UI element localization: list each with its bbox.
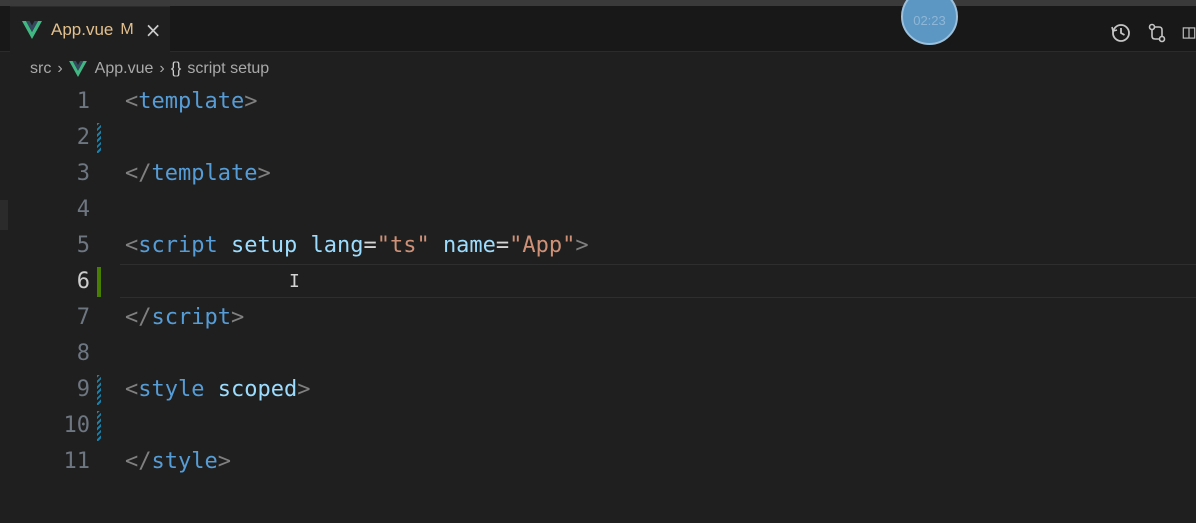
code-line[interactable]: 9 <style scoped> (0, 372, 1196, 408)
code-line[interactable]: 3 </template> (0, 156, 1196, 192)
vue-icon (68, 61, 87, 77)
code-token-bracket: > (230, 305, 245, 330)
code-token-eq (204, 377, 217, 402)
breadcrumb-file[interactable]: App.vue (95, 60, 154, 78)
code-token-tag: style (151, 449, 218, 474)
vue-icon (22, 20, 42, 39)
chevron-right-icon: › (159, 60, 165, 77)
tab-app-vue[interactable]: App.vue M × (10, 6, 170, 52)
chevron-right-icon: › (57, 60, 63, 77)
code-token-attr: scoped (217, 377, 298, 402)
code-token-eq: = (495, 233, 510, 258)
line-number: 3 (76, 161, 90, 186)
code-token-bracket: </ (125, 161, 152, 186)
code-text: </style> (125, 444, 231, 480)
code-token-bracket: < (125, 233, 139, 258)
code-token-tag: style (138, 377, 205, 402)
close-icon[interactable]: × (145, 20, 162, 40)
text-cursor-icon: I (289, 271, 300, 292)
code-token-eq: = (363, 233, 377, 258)
code-line[interactable]: 10 (0, 408, 1196, 444)
code-token-bracket: > (257, 161, 271, 186)
line-number: 8 (76, 341, 90, 366)
code-line[interactable]: 7 </script> (0, 300, 1196, 336)
line-number: 7 (76, 305, 90, 330)
code-text: <script setup lang="ts" name="App"> (125, 228, 589, 264)
code-text: </template> (125, 156, 271, 192)
modified-badge: M (120, 20, 134, 38)
current-line-highlight (120, 264, 1196, 298)
code-line[interactable]: 6I (0, 264, 1196, 300)
code-token-bracket: > (297, 377, 311, 402)
gutter-modified-marker[interactable] (97, 123, 101, 153)
line-number: 4 (76, 197, 90, 222)
code-token-tag: script (151, 305, 231, 330)
line-number: 2 (76, 125, 90, 150)
gutter-added-marker[interactable] (97, 267, 101, 297)
code-line[interactable]: 1 <template> (0, 84, 1196, 120)
code-token-tag: script (138, 233, 218, 258)
breadcrumb-folder[interactable]: src (30, 60, 51, 78)
code-token-eq (297, 233, 310, 258)
code-text: <template> (125, 84, 257, 120)
code-line[interactable]: 4 (0, 192, 1196, 228)
code-token-str: "App" (509, 233, 576, 258)
line-number: 11 (63, 449, 91, 474)
code-token-str: "ts" (376, 233, 430, 258)
code-token-bracket: </ (125, 305, 152, 330)
timer-text: 02:23 (913, 13, 946, 28)
line-number: 1 (76, 89, 90, 114)
code-text: </script> (125, 300, 244, 336)
code-token-bracket: > (217, 449, 231, 474)
code-token-bracket: > (244, 89, 258, 114)
code-token-attr: setup (230, 233, 298, 258)
code-token-bracket: > (575, 233, 589, 258)
gutter-modified-marker[interactable] (97, 411, 101, 441)
code-editor[interactable]: 1 <template> 2 3 </template> 4 5 <script setup … (0, 84, 1196, 523)
code-token-bracket: </ (125, 449, 152, 474)
split-editor-icon[interactable] (1182, 22, 1196, 44)
line-number: 6 (76, 269, 90, 294)
line-number: 9 (76, 377, 90, 402)
code-line[interactable]: 2 (0, 120, 1196, 156)
code-token-bracket: < (125, 89, 139, 114)
editor-window: App.vue M × 02:23 src › App.vue › {} scr… (0, 0, 1196, 523)
recording-timer: 02:23 (901, 0, 958, 45)
code-token-eq (218, 233, 231, 258)
history-icon[interactable] (1110, 22, 1132, 44)
code-text: <style scoped> (125, 372, 310, 408)
code-line[interactable]: 8 (0, 336, 1196, 372)
line-number: 10 (63, 413, 91, 438)
line-number: 5 (76, 233, 90, 258)
gutter-modified-marker[interactable] (97, 375, 101, 405)
tab-bar: App.vue M × 02:23 (0, 0, 1196, 52)
compare-changes-icon[interactable] (1146, 22, 1168, 44)
code-token-attr: name (442, 233, 496, 258)
code-token-attr: lang (310, 233, 364, 258)
symbol-braces-icon: {} (170, 60, 182, 77)
editor-actions (1110, 22, 1196, 44)
code-line[interactable]: 11 </style> (0, 444, 1196, 480)
code-token-tag: template (151, 161, 258, 186)
breadcrumb-symbol[interactable]: script setup (187, 60, 269, 78)
code-token-bracket: < (125, 377, 139, 402)
tab-title: App.vue (51, 19, 114, 39)
code-token-tag: template (138, 89, 245, 114)
code-token-eq (430, 233, 443, 258)
breadcrumb: src › App.vue › {} script setup (30, 56, 269, 82)
code-line[interactable]: 5 <script setup lang="ts" name="App"> (0, 228, 1196, 264)
